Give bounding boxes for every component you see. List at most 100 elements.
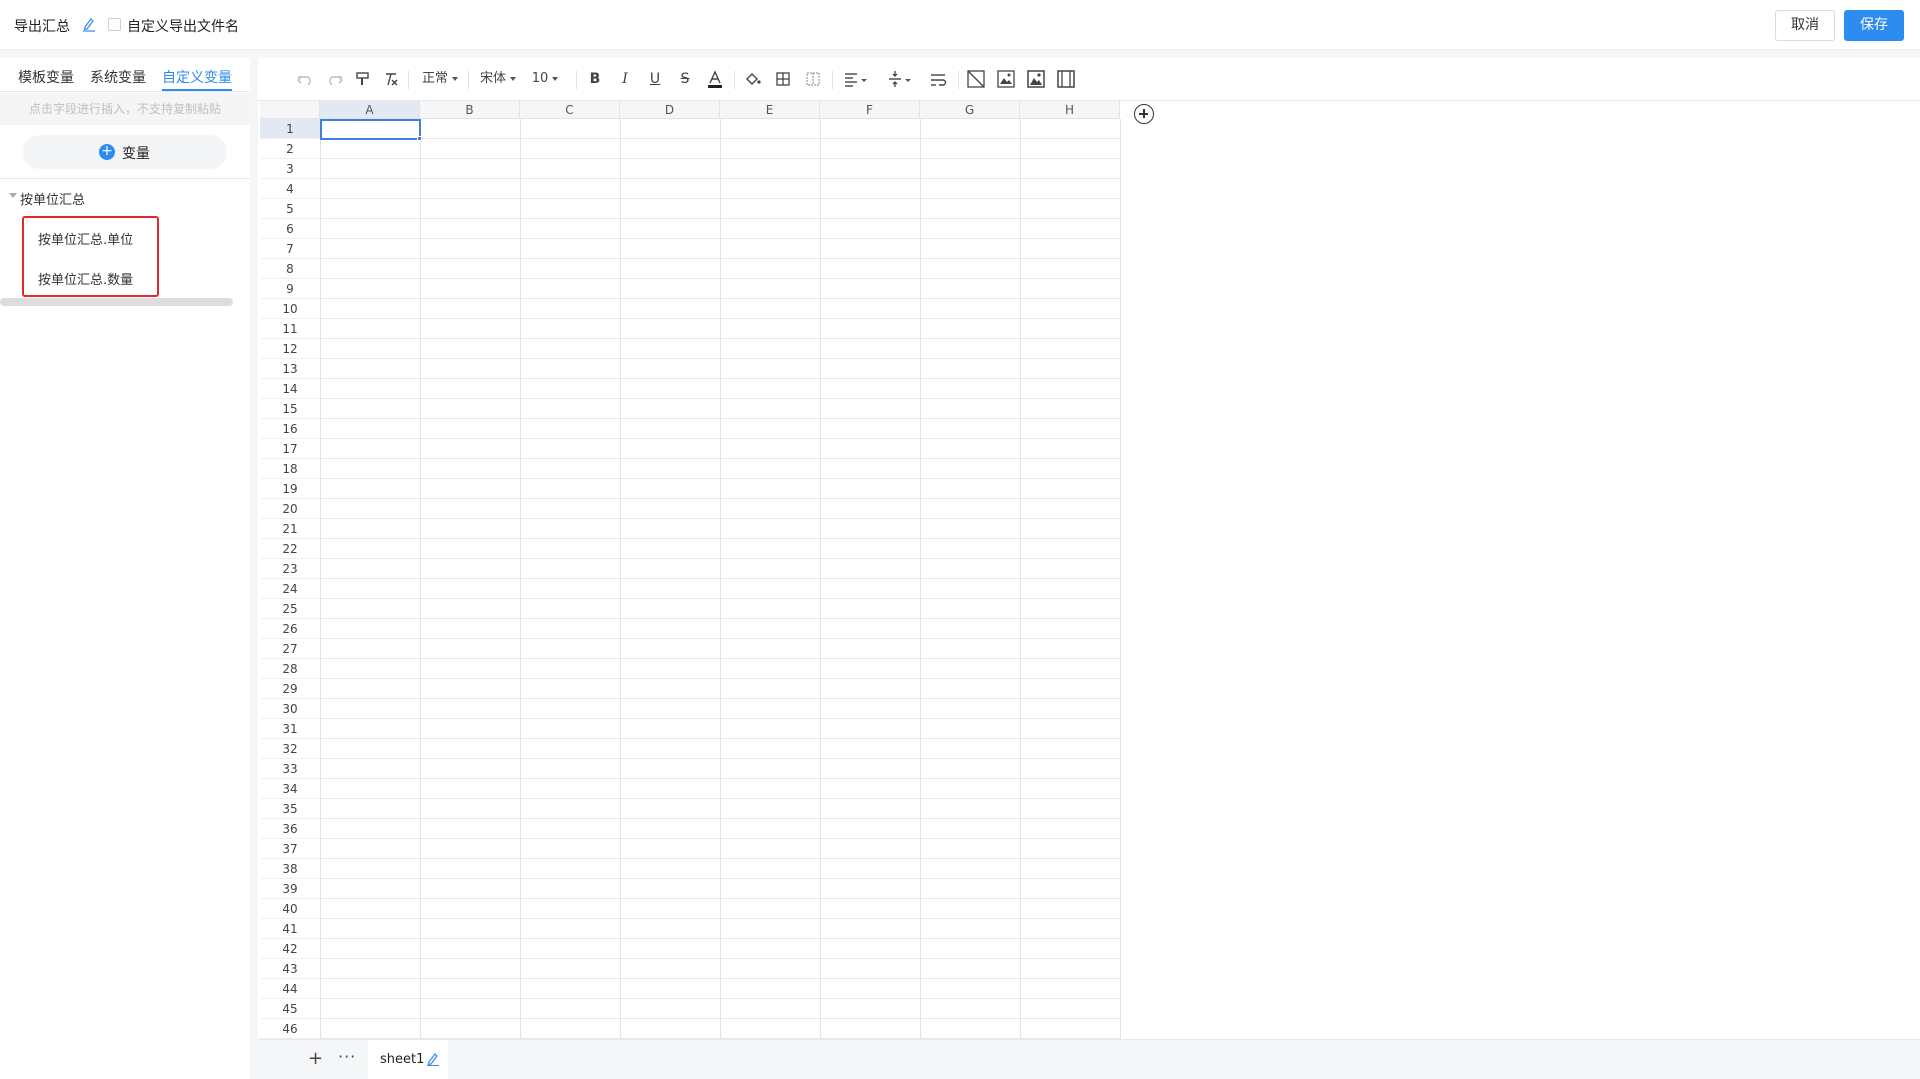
font-select[interactable]: 宋体 — [476, 68, 520, 90]
column-header-d[interactable]: D — [620, 101, 720, 119]
horizontal-scrollbar[interactable] — [0, 298, 233, 306]
merge-cells-icon[interactable] — [804, 68, 822, 90]
row-header-37[interactable]: 37 — [260, 839, 320, 859]
row-header-46[interactable]: 46 — [260, 1019, 320, 1039]
row-header-35[interactable]: 35 — [260, 799, 320, 819]
row-header-16[interactable]: 16 — [260, 419, 320, 439]
tab-custom-variables[interactable]: 自定义变量 — [162, 67, 232, 87]
row-header-5[interactable]: 5 — [260, 199, 320, 219]
row-header-34[interactable]: 34 — [260, 779, 320, 799]
horizontal-align-icon[interactable] — [842, 68, 870, 90]
row-header-8[interactable]: 8 — [260, 259, 320, 279]
row-header-25[interactable]: 25 — [260, 599, 320, 619]
cell-image-icon[interactable] — [996, 68, 1016, 90]
select-all-corner[interactable] — [260, 101, 320, 119]
row-header-24[interactable]: 24 — [260, 579, 320, 599]
fill-color-icon[interactable] — [744, 68, 762, 90]
italic-icon[interactable]: I — [616, 68, 634, 90]
font-color-icon[interactable] — [706, 68, 724, 90]
row-header-31[interactable]: 31 — [260, 719, 320, 739]
row-header-41[interactable]: 41 — [260, 919, 320, 939]
column-header-f[interactable]: F — [820, 101, 920, 119]
bold-icon[interactable]: B — [586, 68, 604, 90]
tree-item-quantity[interactable]: 按单位汇总.数量 — [38, 269, 133, 288]
row-header-3[interactable]: 3 — [260, 159, 320, 179]
diagonal-border-icon[interactable] — [966, 68, 986, 90]
column-header-g[interactable]: G — [920, 101, 1020, 119]
sheet-tab[interactable]: sheet1 — [368, 1040, 448, 1079]
underline-icon[interactable]: U — [646, 68, 664, 90]
row-header-26[interactable]: 26 — [260, 619, 320, 639]
row-header-38[interactable]: 38 — [260, 859, 320, 879]
row-header-12[interactable]: 12 — [260, 339, 320, 359]
row-header-30[interactable]: 30 — [260, 699, 320, 719]
row-header-44[interactable]: 44 — [260, 979, 320, 999]
float-image-icon[interactable] — [1026, 68, 1046, 90]
cancel-button[interactable]: 取消 — [1775, 10, 1835, 41]
undo-icon[interactable] — [296, 68, 316, 90]
add-variable-button[interactable]: + 变量 — [23, 135, 227, 169]
row-header-11[interactable]: 11 — [260, 319, 320, 339]
edit-sheet-name-icon[interactable] — [426, 1052, 440, 1067]
row-header-45[interactable]: 45 — [260, 999, 320, 1019]
row-header-15[interactable]: 15 — [260, 399, 320, 419]
column-header-h[interactable]: H — [1020, 101, 1120, 119]
clear-format-icon[interactable] — [382, 68, 400, 90]
row-header-10[interactable]: 10 — [260, 299, 320, 319]
strikethrough-icon[interactable]: S — [676, 68, 694, 90]
row-header-28[interactable]: 28 — [260, 659, 320, 679]
row-header-32[interactable]: 32 — [260, 739, 320, 759]
row-header-21[interactable]: 21 — [260, 519, 320, 539]
row-header-43[interactable]: 43 — [260, 959, 320, 979]
row-header-27[interactable]: 27 — [260, 639, 320, 659]
frame-icon[interactable] — [1056, 68, 1076, 90]
tree-expand-icon[interactable] — [9, 193, 17, 198]
redo-icon[interactable] — [324, 68, 344, 90]
row-header-9[interactable]: 9 — [260, 279, 320, 299]
row-header-13[interactable]: 13 — [260, 359, 320, 379]
row-header-42[interactable]: 42 — [260, 939, 320, 959]
row-header-18[interactable]: 18 — [260, 459, 320, 479]
cell-area[interactable] — [320, 119, 1121, 1039]
active-cell-a1[interactable] — [320, 119, 421, 140]
row-header-6[interactable]: 6 — [260, 219, 320, 239]
edit-title-icon[interactable] — [82, 16, 96, 32]
row-header-23[interactable]: 23 — [260, 559, 320, 579]
custom-filename-checkbox[interactable] — [108, 18, 121, 31]
text-wrap-icon[interactable] — [928, 68, 948, 90]
column-header-e[interactable]: E — [720, 101, 820, 119]
row-header-17[interactable]: 17 — [260, 439, 320, 459]
more-sheets-icon[interactable]: ··· — [338, 1047, 356, 1066]
tree-root-node[interactable]: 按单位汇总 — [20, 189, 85, 208]
row-header-36[interactable]: 36 — [260, 819, 320, 839]
tab-template-variables[interactable]: 模板变量 — [18, 67, 74, 87]
row-header-20[interactable]: 20 — [260, 499, 320, 519]
column-header-b[interactable]: B — [420, 101, 520, 119]
tab-system-variables[interactable]: 系统变量 — [90, 67, 146, 87]
row-header-40[interactable]: 40 — [260, 899, 320, 919]
row-header-2[interactable]: 2 — [260, 139, 320, 159]
save-button[interactable]: 保存 — [1844, 10, 1904, 41]
row-header-33[interactable]: 33 — [260, 759, 320, 779]
row-header-14[interactable]: 14 — [260, 379, 320, 399]
row-header-1[interactable]: 1 — [260, 119, 320, 139]
font-size-select[interactable]: 10 — [528, 68, 562, 90]
style-select[interactable]: 正常 — [418, 68, 462, 90]
row-header-19[interactable]: 19 — [260, 479, 320, 499]
tree-item-unit[interactable]: 按单位汇总.单位 — [38, 229, 133, 248]
add-column-icon[interactable] — [1134, 104, 1154, 124]
format-painter-icon[interactable] — [354, 68, 372, 90]
vertical-align-icon[interactable] — [886, 68, 914, 90]
row-header-22[interactable]: 22 — [260, 539, 320, 559]
row-header-39[interactable]: 39 — [260, 879, 320, 899]
add-sheet-icon[interactable]: + — [308, 1048, 323, 1069]
sheet-grid[interactable]: ABCDEFGH 1 2 3 4 5 6 7 8 9 10 11 12 13 14 15 16 17 18 19 20… — [258, 101, 1920, 1039]
column-header-c[interactable]: C — [520, 101, 620, 119]
custom-filename-label[interactable]: 自定义导出文件名 — [127, 16, 239, 36]
row-header-7[interactable]: 7 — [260, 239, 320, 259]
fill-handle[interactable] — [417, 136, 422, 141]
row-header-29[interactable]: 29 — [260, 679, 320, 699]
column-header-a[interactable]: A — [320, 101, 420, 119]
border-icon[interactable] — [774, 68, 792, 90]
row-header-4[interactable]: 4 — [260, 179, 320, 199]
